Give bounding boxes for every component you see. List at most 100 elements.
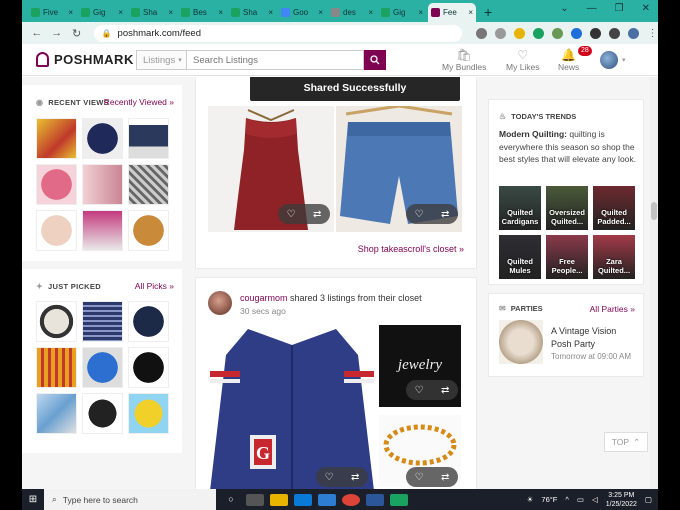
product-image-varsity-cardigan[interactable]: G bbox=[208, 325, 376, 489]
browser-tab[interactable]: Gig × bbox=[378, 3, 426, 22]
close-icon[interactable]: ✕ bbox=[642, 3, 650, 14]
browser-tab[interactable]: Sha × bbox=[128, 3, 176, 22]
trend-tile[interactable]: Quilted Padded... bbox=[593, 186, 635, 230]
network-icon[interactable]: ▭ bbox=[577, 495, 584, 504]
minimize-icon[interactable]: — bbox=[587, 3, 597, 14]
more-icon[interactable]: ⋮ bbox=[647, 28, 658, 39]
heart-icon[interactable]: ♡ bbox=[415, 385, 424, 396]
trend-tile[interactable]: Quilted Mules bbox=[499, 235, 541, 279]
maximize-icon[interactable]: ❐ bbox=[615, 3, 624, 14]
picked-item[interactable] bbox=[128, 393, 169, 434]
chrome-icon[interactable] bbox=[342, 493, 360, 506]
share-icon[interactable]: ⇄ bbox=[441, 472, 449, 483]
tray-chevron-icon[interactable]: ^ bbox=[565, 495, 569, 504]
weather-icon[interactable]: ☀ bbox=[527, 495, 534, 504]
user-avatar[interactable] bbox=[600, 51, 618, 69]
close-tab-icon[interactable]: × bbox=[468, 8, 473, 17]
browser-tab[interactable]: Bes × bbox=[178, 3, 226, 22]
file-explorer-icon[interactable] bbox=[270, 493, 288, 506]
party-title[interactable]: A Vintage Vision Posh Party bbox=[551, 325, 637, 350]
close-tab-icon[interactable]: × bbox=[118, 8, 123, 17]
trend-tile[interactable]: Free People... bbox=[546, 235, 588, 279]
browser-tab[interactable]: Sha × bbox=[228, 3, 276, 22]
nav-my-bundles[interactable]: 🛍 My Bundles bbox=[442, 48, 486, 72]
word-icon[interactable] bbox=[366, 493, 384, 506]
browser-tab[interactable]: Goo × bbox=[278, 3, 326, 22]
search-input[interactable] bbox=[186, 50, 364, 70]
search-button[interactable] bbox=[364, 50, 386, 70]
nav-news[interactable]: 🔔 28 News bbox=[558, 46, 592, 72]
trend-tile[interactable]: Oversized Quilted... bbox=[546, 186, 588, 230]
browser-tab[interactable]: Fee × bbox=[428, 3, 476, 22]
close-tab-icon[interactable]: × bbox=[68, 8, 73, 17]
picked-item[interactable] bbox=[82, 393, 123, 434]
picked-item[interactable] bbox=[36, 393, 77, 434]
close-tab-icon[interactable]: × bbox=[368, 8, 373, 17]
all-parties-link[interactable]: All Parties » bbox=[590, 304, 635, 314]
new-tab-button[interactable]: + bbox=[484, 3, 492, 22]
task-view-icon[interactable]: ○ bbox=[222, 494, 240, 506]
forward-icon[interactable]: → bbox=[50, 27, 64, 39]
chevron-down-icon[interactable]: ⌄ bbox=[560, 3, 568, 14]
chevron-down-icon[interactable]: ▾ bbox=[622, 56, 626, 64]
all-picks-link[interactable]: All Picks » bbox=[135, 281, 174, 291]
taskbar-search[interactable]: ⌕ Type here to search bbox=[44, 489, 216, 510]
picked-item[interactable] bbox=[128, 347, 169, 388]
volume-icon[interactable]: ◁ bbox=[592, 495, 598, 504]
heart-icon[interactable]: ♡ bbox=[415, 472, 424, 483]
heart-icon[interactable]: ♡ bbox=[325, 472, 334, 483]
scrollbar[interactable] bbox=[650, 77, 658, 489]
close-tab-icon[interactable]: × bbox=[218, 8, 223, 17]
back-icon[interactable]: ← bbox=[30, 27, 44, 39]
reload-icon[interactable]: ↻ bbox=[70, 27, 84, 40]
recent-item[interactable] bbox=[128, 118, 169, 159]
recent-item[interactable] bbox=[82, 164, 123, 205]
trend-tile[interactable]: Zara Quilted... bbox=[593, 235, 635, 279]
recent-item[interactable] bbox=[36, 210, 77, 251]
close-tab-icon[interactable]: × bbox=[418, 8, 423, 17]
recent-item[interactable] bbox=[36, 118, 77, 159]
nav-my-likes[interactable]: ♡ My Likes bbox=[506, 48, 540, 72]
seller-name[interactable]: cougarmom bbox=[240, 293, 288, 303]
seller-avatar[interactable] bbox=[208, 291, 232, 315]
browser-tab[interactable]: des × bbox=[328, 3, 376, 22]
picked-item[interactable] bbox=[36, 301, 77, 342]
notifications-icon[interactable]: ▢ bbox=[645, 495, 652, 504]
star-icon[interactable] bbox=[513, 27, 525, 39]
mail-icon[interactable] bbox=[294, 493, 312, 506]
share-icon[interactable] bbox=[494, 27, 506, 39]
picked-item[interactable] bbox=[128, 301, 169, 342]
recently-viewed-link[interactable]: Recently Viewed » bbox=[104, 97, 174, 107]
back-to-top-button[interactable]: TOP ⌃ bbox=[604, 432, 648, 452]
party-image[interactable] bbox=[499, 320, 543, 364]
app-icon[interactable] bbox=[390, 493, 408, 506]
heart-icon[interactable]: ♡ bbox=[287, 209, 296, 220]
close-tab-icon[interactable]: × bbox=[318, 8, 323, 17]
browser-tab[interactable]: Five × bbox=[28, 3, 76, 22]
picked-item[interactable] bbox=[82, 301, 123, 342]
eye-off-icon[interactable] bbox=[475, 27, 487, 39]
store-icon[interactable] bbox=[318, 493, 336, 506]
extension-icon[interactable] bbox=[551, 27, 563, 39]
recent-item[interactable] bbox=[128, 164, 169, 205]
recent-item[interactable] bbox=[36, 164, 77, 205]
windows-start-icon[interactable]: ⊞ bbox=[22, 494, 44, 505]
search-category-select[interactable]: Listings ▾ bbox=[136, 50, 186, 70]
reading-list-icon[interactable] bbox=[608, 27, 620, 39]
recent-item[interactable] bbox=[128, 210, 169, 251]
profile-icon[interactable] bbox=[627, 27, 639, 39]
share-icon[interactable]: ⇄ bbox=[313, 209, 321, 220]
extension-blue-icon[interactable] bbox=[570, 27, 582, 39]
close-tab-icon[interactable]: × bbox=[168, 8, 173, 17]
shop-closet-link[interactable]: Shop takeascroll's closet » bbox=[358, 244, 464, 254]
share-icon[interactable]: ⇄ bbox=[351, 472, 359, 483]
recent-item[interactable] bbox=[82, 118, 123, 159]
picked-item[interactable] bbox=[36, 347, 77, 388]
picked-item[interactable] bbox=[82, 347, 123, 388]
poshmark-logo[interactable]: POSHMARK bbox=[36, 52, 134, 67]
browser-tab[interactable]: Gig × bbox=[78, 3, 126, 22]
recent-item[interactable] bbox=[82, 210, 123, 251]
extension-green-icon[interactable] bbox=[532, 27, 544, 39]
share-icon[interactable]: ⇄ bbox=[441, 209, 449, 220]
scrollbar-thumb[interactable] bbox=[651, 202, 657, 220]
